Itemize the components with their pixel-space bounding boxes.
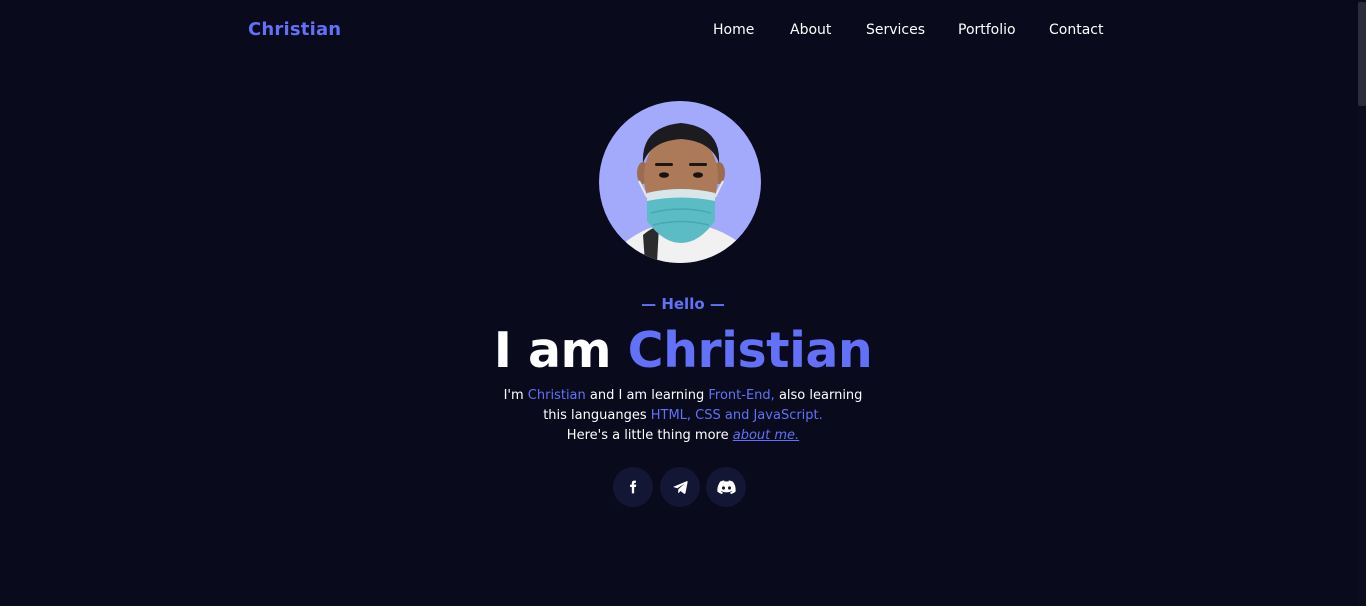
headline-prefix: I am (493, 322, 628, 379)
nav-services[interactable]: Services (866, 22, 925, 38)
headline: I am Christian (0, 318, 1366, 384)
desc-languages: HTML, CSS and JavaScript. (650, 408, 823, 423)
greeting: — Hello — (641, 295, 725, 313)
discord-button[interactable] (706, 467, 746, 507)
headline-name: Christian (627, 322, 873, 379)
telegram-button[interactable] (660, 467, 700, 507)
facebook-button[interactable] (613, 467, 653, 507)
desc-text-2: and I am learning (585, 388, 709, 403)
facebook-icon (630, 480, 637, 494)
nav-contact[interactable]: Contact (1049, 22, 1103, 38)
intro-description: I'm Christian and I am learning Front-En… (433, 386, 933, 446)
desc-field: Front-End, (708, 388, 775, 403)
desc-text-4: this languanges (543, 408, 651, 423)
main-nav: Home About Services Portfolio Contact (700, 22, 1120, 42)
desc-text-3: also learning (774, 388, 863, 403)
discord-icon (716, 479, 736, 494)
logo[interactable]: Christian (248, 19, 341, 40)
desc-text-1: I'm (503, 388, 528, 403)
about-me-link[interactable]: about me. (733, 428, 799, 443)
profile-photo (617, 123, 745, 263)
profile-avatar (599, 101, 761, 263)
telegram-icon (672, 480, 688, 494)
social-links (613, 467, 747, 507)
nav-home[interactable]: Home (713, 22, 754, 38)
nav-portfolio[interactable]: Portfolio (958, 22, 1016, 38)
page: Christian Home About Services Portfolio … (0, 0, 1366, 606)
desc-text-5: Here's a little thing more (566, 428, 733, 443)
desc-name: Christian (527, 388, 586, 403)
header: Christian Home About Services Portfolio … (0, 0, 1366, 62)
nav-about[interactable]: About (790, 22, 831, 38)
